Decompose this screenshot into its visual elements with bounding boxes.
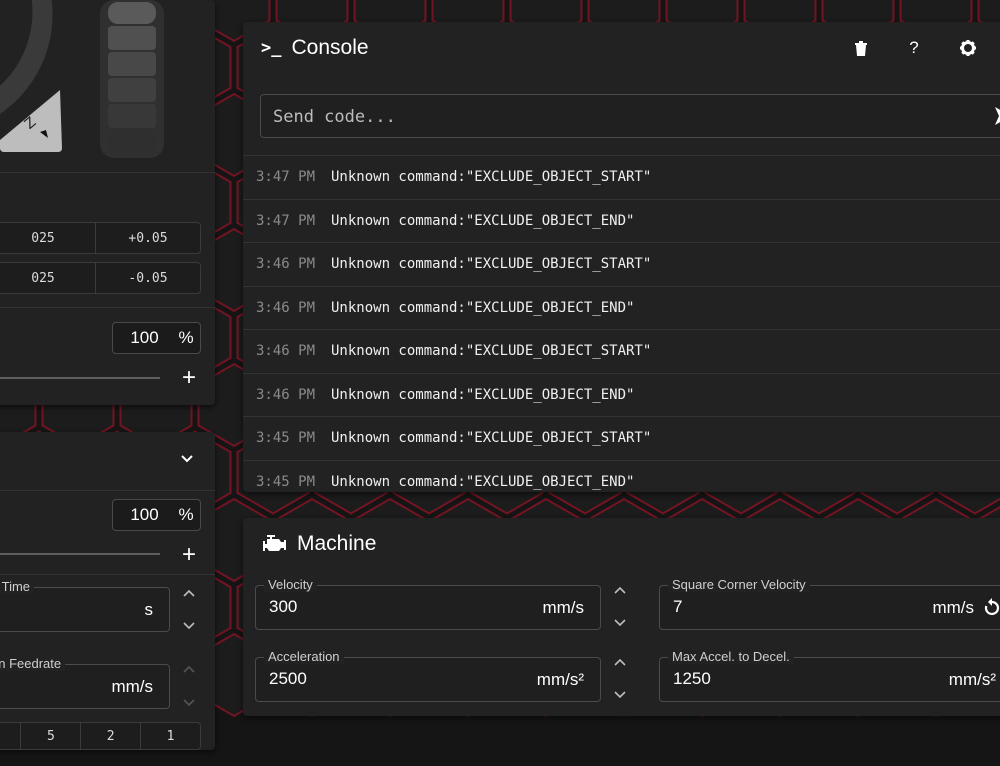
square-corner-velocity-field[interactable]: Square Corner Velocity 7 mm/s <box>659 578 1000 630</box>
max-accel-to-decel-label: Max Accel. to Decel. <box>668 650 794 664</box>
console-entry: 3:46 PM Unknown command:"EXCLUDE_OBJECT_… <box>243 285 1000 330</box>
toolhead-control-card: Z 025 +0.05 025 -0.05 100 % + <box>0 0 215 405</box>
entry-time: 3:46 PM <box>256 299 316 316</box>
acceleration-field[interactable]: Acceleration 2500 mm/s² <box>255 650 601 702</box>
extruder-card: 100 % + n Time s on Feedrate mm/s 5 2 1 <box>0 432 215 750</box>
console-entry: 3:46 PM Unknown command:"EXCLUDE_OBJECT_… <box>243 372 1000 417</box>
reset-icon[interactable] <box>982 598 1000 623</box>
velocity-unit: mm/s <box>542 598 584 617</box>
machine-card: Machine Velocity 300 mm/s Square Corner … <box>243 518 1000 716</box>
console-card: >_ Console ? 3:47 PM Unknown command:"EX… <box>243 22 1000 492</box>
chevron-down-icon[interactable] <box>613 688 627 702</box>
divider <box>0 172 215 173</box>
console-entry: 3:47 PM Unknown command:"EXCLUDE_OBJECT_… <box>243 155 1000 199</box>
flow-factor-value: 100 <box>130 505 159 524</box>
entry-message: Unknown command:"EXCLUDE_OBJECT_START" <box>331 256 652 273</box>
console-entry: 3:45 PM Unknown command:"EXCLUDE_OBJECT_… <box>243 416 1000 460</box>
scv-value: 7 <box>673 597 683 616</box>
entry-time: 3:45 PM <box>256 430 316 447</box>
console-log: 3:47 PM Unknown command:"EXCLUDE_OBJECT_… <box>243 155 1000 492</box>
chevron-down-icon[interactable] <box>613 616 627 630</box>
chevron-up-icon[interactable] <box>613 583 627 597</box>
entry-time: 3:47 PM <box>256 212 316 229</box>
entry-message: Unknown command:"EXCLUDE_OBJECT_START" <box>331 343 652 360</box>
console-entry: 3:47 PM Unknown command:"EXCLUDE_OBJECT_… <box>243 198 1000 243</box>
console-header: >_ Console <box>243 22 1000 74</box>
speed-factor-input[interactable]: 100 % <box>112 322 201 354</box>
chevron-down-icon[interactable] <box>182 696 196 710</box>
flow-factor-unit: % <box>178 505 194 524</box>
divider <box>0 307 215 308</box>
send-code-field <box>260 94 1000 138</box>
speed-factor-value: 100 <box>130 328 159 347</box>
z-offset-button[interactable]: 025 <box>0 223 96 253</box>
length-button-2[interactable]: 2 <box>81 723 142 749</box>
entry-message: Unknown command:"EXCLUDE_OBJECT_START" <box>331 430 652 447</box>
smooth-time-label: n Time <box>0 580 35 594</box>
feedrate-field[interactable]: on Feedrate mm/s <box>0 657 170 709</box>
chevron-up-icon[interactable] <box>182 662 196 676</box>
z-offset-down-row: 025 -0.05 <box>0 262 201 294</box>
max-accel-to-decel-value: 1250 <box>673 669 711 688</box>
flow-factor-input[interactable]: 100 % <box>112 499 201 531</box>
entry-time: 3:46 PM <box>256 386 316 403</box>
velocity-field[interactable]: Velocity 300 mm/s <box>255 578 601 630</box>
chevron-down-icon[interactable] <box>180 452 194 466</box>
z-offset-up-row: 025 +0.05 <box>0 222 201 254</box>
engine-icon <box>261 532 287 557</box>
console-entry: 3:45 PM Unknown command:"EXCLUDE_OBJECT_… <box>243 459 1000 493</box>
divider <box>0 490 215 491</box>
smooth-time-unit: s <box>144 600 154 619</box>
send-icon[interactable] <box>993 105 1000 132</box>
entry-message: Unknown command:"EXCLUDE_OBJECT_END" <box>331 299 635 316</box>
speed-increase-button[interactable]: + <box>182 366 196 390</box>
smooth-time-field[interactable]: n Time s <box>0 580 170 632</box>
trash-icon[interactable] <box>851 39 871 59</box>
console-entry: 3:46 PM Unknown command:"EXCLUDE_OBJECT_… <box>243 242 1000 286</box>
entry-time: 3:46 PM <box>256 343 316 360</box>
feedrate-label: on Feedrate <box>0 657 66 671</box>
entry-time: 3:45 PM <box>256 473 316 490</box>
scv-unit: mm/s <box>932 598 974 617</box>
send-code-input[interactable] <box>273 105 973 129</box>
entry-time: 3:47 PM <box>256 169 316 186</box>
entry-time: 3:46 PM <box>256 256 316 273</box>
z-offset-button[interactable]: -0.05 <box>96 263 200 293</box>
acceleration-label: Acceleration <box>264 650 344 664</box>
divider <box>0 574 215 575</box>
console-title: Console <box>291 36 369 59</box>
gear-icon[interactable] <box>958 38 978 58</box>
max-accel-to-decel-unit: mm/s² <box>948 670 996 689</box>
extrude-length-buttons: 5 2 1 <box>0 722 201 750</box>
speed-factor-unit: % <box>178 328 194 347</box>
entry-message: Unknown command:"EXCLUDE_OBJECT_START" <box>331 169 652 186</box>
machine-title: Machine <box>297 532 377 555</box>
jog-dial[interactable]: Z <box>0 0 215 170</box>
console-entry: 3:46 PM Unknown command:"EXCLUDE_OBJECT_… <box>243 329 1000 373</box>
flow-increase-button[interactable]: + <box>182 543 196 567</box>
acceleration-value: 2500 <box>269 669 307 688</box>
velocity-value: 300 <box>269 597 298 616</box>
scv-label: Square Corner Velocity <box>668 578 810 592</box>
length-button-partial[interactable] <box>0 723 22 749</box>
max-accel-to-decel-field[interactable]: Max Accel. to Decel. 1250 mm/s² <box>659 650 1000 702</box>
console-icon: >_ <box>261 38 282 58</box>
feedrate-unit: mm/s <box>111 677 153 696</box>
length-button-1[interactable]: 1 <box>141 723 200 749</box>
entry-message: Unknown command:"EXCLUDE_OBJECT_END" <box>331 473 635 490</box>
flow-factor-slider[interactable] <box>0 553 160 555</box>
chevron-down-icon[interactable] <box>182 619 196 633</box>
entry-message: Unknown command:"EXCLUDE_OBJECT_END" <box>331 212 635 229</box>
machine-header: Machine <box>243 518 1000 570</box>
velocity-label: Velocity <box>264 578 317 592</box>
help-icon[interactable]: ? <box>904 38 924 58</box>
speed-factor-slider[interactable] <box>0 377 160 379</box>
z-offset-button[interactable]: 025 <box>0 263 96 293</box>
length-button-5[interactable]: 5 <box>21 723 82 749</box>
entry-message: Unknown command:"EXCLUDE_OBJECT_END" <box>331 386 635 403</box>
chevron-up-icon[interactable] <box>613 655 627 669</box>
acceleration-unit: mm/s² <box>536 670 584 689</box>
z-offset-button[interactable]: +0.05 <box>96 223 200 253</box>
chevron-up-icon[interactable] <box>182 586 196 600</box>
